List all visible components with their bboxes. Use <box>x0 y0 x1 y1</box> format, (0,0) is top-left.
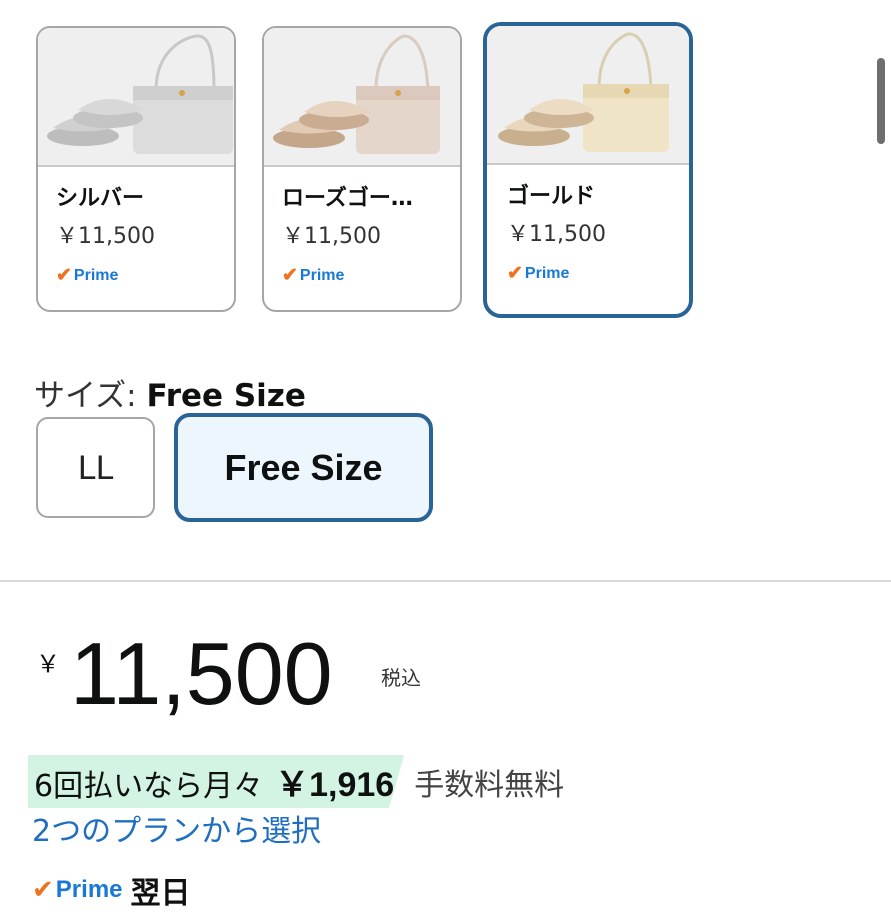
prime-label: Prime <box>73 266 119 284</box>
section-divider <box>0 580 891 582</box>
checkmark-icon: ✔ <box>32 875 54 905</box>
installment-text: 6回払いなら月々 <box>34 769 264 804</box>
delivery-row: ✔ Prime 翌日 <box>32 868 191 912</box>
prime-label: Prime <box>55 876 123 903</box>
installment-highlight: 6回払いなら月々 ￥1,916 <box>28 755 405 808</box>
size-option-free-size[interactable]: Free Size <box>174 413 433 522</box>
prime-badge: ✔ Prime <box>56 264 118 287</box>
price-amount: 11,500 <box>70 624 333 723</box>
installment-row: 6回払いなら月々 ￥1,916 手数料無料 <box>28 755 564 808</box>
size-label: サイズ: <box>34 378 137 414</box>
color-option-price: ￥11,500 <box>507 222 606 247</box>
delivery-text: 翌日 <box>130 876 191 911</box>
checkmark-icon: ✔ <box>282 265 298 286</box>
color-option-label: ローズゴー… <box>282 186 413 211</box>
prime-label: Prime <box>299 266 345 284</box>
product-image <box>487 26 689 165</box>
color-option-label: シルバー <box>56 186 145 211</box>
checkmark-icon: ✔ <box>507 263 523 284</box>
size-option-ll[interactable]: LL <box>36 417 155 518</box>
installment-plan-link[interactable]: 2つのプランから選択 <box>32 806 321 850</box>
prime-label: Prime <box>524 264 570 282</box>
color-option-price: ￥11,500 <box>56 224 155 249</box>
color-option-rose-gold[interactable]: ローズゴー… ￥11,500 ✔ Prime <box>262 26 462 312</box>
installment-amount: ￥1,916 <box>275 766 395 804</box>
size-selected-value: Free Size <box>146 378 306 414</box>
product-image <box>264 28 460 167</box>
color-option-silver[interactable]: シルバー ￥11,500 ✔ Prime <box>36 26 236 312</box>
scrollbar[interactable] <box>877 58 885 144</box>
prime-badge: ✔ Prime <box>282 264 344 287</box>
color-option-price: ￥11,500 <box>282 224 381 249</box>
prime-badge: ✔ Prime <box>507 262 569 285</box>
tax-included-label: 税込 <box>381 666 421 690</box>
product-image <box>38 28 234 167</box>
fee-free-label: 手数料無料 <box>414 767 565 803</box>
color-option-label: ゴールド <box>507 184 596 209</box>
color-option-gold[interactable]: ゴールド ￥11,500 ✔ Prime <box>483 22 693 318</box>
currency-symbol: ￥ <box>36 650 60 678</box>
size-heading: サイズ: Free Size <box>34 370 306 415</box>
checkmark-icon: ✔ <box>56 265 72 286</box>
